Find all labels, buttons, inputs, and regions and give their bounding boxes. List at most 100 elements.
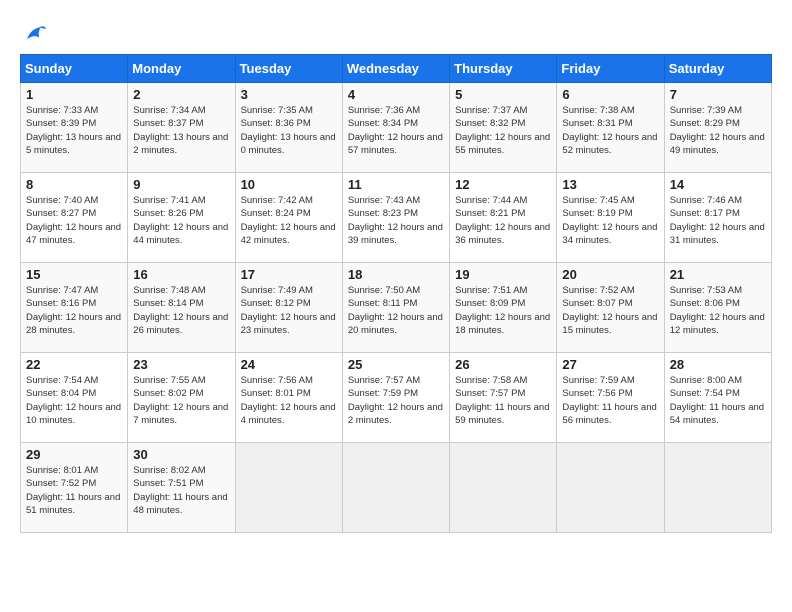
day-number: 23	[133, 357, 229, 372]
calendar-cell: 8 Sunrise: 7:40 AM Sunset: 8:27 PM Dayli…	[21, 173, 128, 263]
page-header	[20, 20, 772, 48]
calendar-cell: 1 Sunrise: 7:33 AM Sunset: 8:39 PM Dayli…	[21, 83, 128, 173]
calendar-week-4: 22 Sunrise: 7:54 AM Sunset: 8:04 PM Dayl…	[21, 353, 772, 443]
day-number: 6	[562, 87, 658, 102]
calendar-cell: 12 Sunrise: 7:44 AM Sunset: 8:21 PM Dayl…	[450, 173, 557, 263]
weekday-header-tuesday: Tuesday	[235, 55, 342, 83]
calendar-cell: 19 Sunrise: 7:51 AM Sunset: 8:09 PM Dayl…	[450, 263, 557, 353]
calendar-cell: 4 Sunrise: 7:36 AM Sunset: 8:34 PM Dayli…	[342, 83, 449, 173]
calendar-cell: 6 Sunrise: 7:38 AM Sunset: 8:31 PM Dayli…	[557, 83, 664, 173]
day-info: Sunrise: 7:44 AM Sunset: 8:21 PM Dayligh…	[455, 194, 551, 247]
weekday-header-friday: Friday	[557, 55, 664, 83]
calendar-cell: 24 Sunrise: 7:56 AM Sunset: 8:01 PM Dayl…	[235, 353, 342, 443]
calendar-cell: 18 Sunrise: 7:50 AM Sunset: 8:11 PM Dayl…	[342, 263, 449, 353]
calendar-cell: 16 Sunrise: 7:48 AM Sunset: 8:14 PM Dayl…	[128, 263, 235, 353]
calendar-cell: 29 Sunrise: 8:01 AM Sunset: 7:52 PM Dayl…	[21, 443, 128, 533]
calendar-cell: 28 Sunrise: 8:00 AM Sunset: 7:54 PM Dayl…	[664, 353, 771, 443]
weekday-header-thursday: Thursday	[450, 55, 557, 83]
day-info: Sunrise: 7:46 AM Sunset: 8:17 PM Dayligh…	[670, 194, 766, 247]
weekday-header-sunday: Sunday	[21, 55, 128, 83]
calendar-cell: 30 Sunrise: 8:02 AM Sunset: 7:51 PM Dayl…	[128, 443, 235, 533]
calendar-cell	[342, 443, 449, 533]
calendar-cell: 21 Sunrise: 7:53 AM Sunset: 8:06 PM Dayl…	[664, 263, 771, 353]
day-info: Sunrise: 7:33 AM Sunset: 8:39 PM Dayligh…	[26, 104, 122, 157]
calendar-cell: 15 Sunrise: 7:47 AM Sunset: 8:16 PM Dayl…	[21, 263, 128, 353]
day-info: Sunrise: 7:55 AM Sunset: 8:02 PM Dayligh…	[133, 374, 229, 427]
calendar-cell: 26 Sunrise: 7:58 AM Sunset: 7:57 PM Dayl…	[450, 353, 557, 443]
day-number: 8	[26, 177, 122, 192]
day-info: Sunrise: 7:48 AM Sunset: 8:14 PM Dayligh…	[133, 284, 229, 337]
day-number: 10	[241, 177, 337, 192]
day-info: Sunrise: 7:41 AM Sunset: 8:26 PM Dayligh…	[133, 194, 229, 247]
calendar-cell	[235, 443, 342, 533]
calendar-cell: 20 Sunrise: 7:52 AM Sunset: 8:07 PM Dayl…	[557, 263, 664, 353]
day-info: Sunrise: 7:45 AM Sunset: 8:19 PM Dayligh…	[562, 194, 658, 247]
calendar-week-1: 1 Sunrise: 7:33 AM Sunset: 8:39 PM Dayli…	[21, 83, 772, 173]
day-number: 17	[241, 267, 337, 282]
day-info: Sunrise: 7:36 AM Sunset: 8:34 PM Dayligh…	[348, 104, 444, 157]
day-number: 20	[562, 267, 658, 282]
day-number: 19	[455, 267, 551, 282]
weekday-header-saturday: Saturday	[664, 55, 771, 83]
calendar-body: 1 Sunrise: 7:33 AM Sunset: 8:39 PM Dayli…	[21, 83, 772, 533]
calendar-cell: 3 Sunrise: 7:35 AM Sunset: 8:36 PM Dayli…	[235, 83, 342, 173]
calendar-cell: 27 Sunrise: 7:59 AM Sunset: 7:56 PM Dayl…	[557, 353, 664, 443]
day-info: Sunrise: 7:50 AM Sunset: 8:11 PM Dayligh…	[348, 284, 444, 337]
day-info: Sunrise: 7:57 AM Sunset: 7:59 PM Dayligh…	[348, 374, 444, 427]
day-number: 22	[26, 357, 122, 372]
logo-icon	[20, 20, 48, 48]
day-info: Sunrise: 7:43 AM Sunset: 8:23 PM Dayligh…	[348, 194, 444, 247]
day-info: Sunrise: 8:00 AM Sunset: 7:54 PM Dayligh…	[670, 374, 766, 427]
day-number: 4	[348, 87, 444, 102]
day-number: 7	[670, 87, 766, 102]
day-number: 11	[348, 177, 444, 192]
day-number: 15	[26, 267, 122, 282]
day-info: Sunrise: 7:34 AM Sunset: 8:37 PM Dayligh…	[133, 104, 229, 157]
calendar-cell: 11 Sunrise: 7:43 AM Sunset: 8:23 PM Dayl…	[342, 173, 449, 263]
day-number: 14	[670, 177, 766, 192]
day-info: Sunrise: 7:51 AM Sunset: 8:09 PM Dayligh…	[455, 284, 551, 337]
day-number: 5	[455, 87, 551, 102]
day-number: 13	[562, 177, 658, 192]
day-info: Sunrise: 7:56 AM Sunset: 8:01 PM Dayligh…	[241, 374, 337, 427]
calendar-cell	[664, 443, 771, 533]
day-number: 24	[241, 357, 337, 372]
calendar-cell: 17 Sunrise: 7:49 AM Sunset: 8:12 PM Dayl…	[235, 263, 342, 353]
day-number: 21	[670, 267, 766, 282]
day-number: 9	[133, 177, 229, 192]
calendar-cell: 5 Sunrise: 7:37 AM Sunset: 8:32 PM Dayli…	[450, 83, 557, 173]
day-info: Sunrise: 7:53 AM Sunset: 8:06 PM Dayligh…	[670, 284, 766, 337]
day-info: Sunrise: 7:42 AM Sunset: 8:24 PM Dayligh…	[241, 194, 337, 247]
day-number: 29	[26, 447, 122, 462]
calendar-week-2: 8 Sunrise: 7:40 AM Sunset: 8:27 PM Dayli…	[21, 173, 772, 263]
day-info: Sunrise: 7:35 AM Sunset: 8:36 PM Dayligh…	[241, 104, 337, 157]
calendar-table: SundayMondayTuesdayWednesdayThursdayFrid…	[20, 54, 772, 533]
day-info: Sunrise: 7:47 AM Sunset: 8:16 PM Dayligh…	[26, 284, 122, 337]
day-info: Sunrise: 7:38 AM Sunset: 8:31 PM Dayligh…	[562, 104, 658, 157]
calendar-cell: 7 Sunrise: 7:39 AM Sunset: 8:29 PM Dayli…	[664, 83, 771, 173]
calendar-cell: 13 Sunrise: 7:45 AM Sunset: 8:19 PM Dayl…	[557, 173, 664, 263]
day-number: 1	[26, 87, 122, 102]
day-number: 27	[562, 357, 658, 372]
day-info: Sunrise: 8:02 AM Sunset: 7:51 PM Dayligh…	[133, 464, 229, 517]
day-info: Sunrise: 7:52 AM Sunset: 8:07 PM Dayligh…	[562, 284, 658, 337]
day-number: 18	[348, 267, 444, 282]
calendar-cell: 10 Sunrise: 7:42 AM Sunset: 8:24 PM Dayl…	[235, 173, 342, 263]
day-info: Sunrise: 7:39 AM Sunset: 8:29 PM Dayligh…	[670, 104, 766, 157]
day-number: 25	[348, 357, 444, 372]
day-info: Sunrise: 8:01 AM Sunset: 7:52 PM Dayligh…	[26, 464, 122, 517]
calendar-cell	[450, 443, 557, 533]
day-info: Sunrise: 7:40 AM Sunset: 8:27 PM Dayligh…	[26, 194, 122, 247]
day-info: Sunrise: 7:59 AM Sunset: 7:56 PM Dayligh…	[562, 374, 658, 427]
calendar-week-3: 15 Sunrise: 7:47 AM Sunset: 8:16 PM Dayl…	[21, 263, 772, 353]
day-info: Sunrise: 7:49 AM Sunset: 8:12 PM Dayligh…	[241, 284, 337, 337]
logo	[20, 20, 52, 48]
day-number: 16	[133, 267, 229, 282]
calendar-week-5: 29 Sunrise: 8:01 AM Sunset: 7:52 PM Dayl…	[21, 443, 772, 533]
calendar-cell: 9 Sunrise: 7:41 AM Sunset: 8:26 PM Dayli…	[128, 173, 235, 263]
calendar-cell: 14 Sunrise: 7:46 AM Sunset: 8:17 PM Dayl…	[664, 173, 771, 263]
calendar-cell: 22 Sunrise: 7:54 AM Sunset: 8:04 PM Dayl…	[21, 353, 128, 443]
day-number: 12	[455, 177, 551, 192]
calendar-cell	[557, 443, 664, 533]
calendar-cell: 23 Sunrise: 7:55 AM Sunset: 8:02 PM Dayl…	[128, 353, 235, 443]
